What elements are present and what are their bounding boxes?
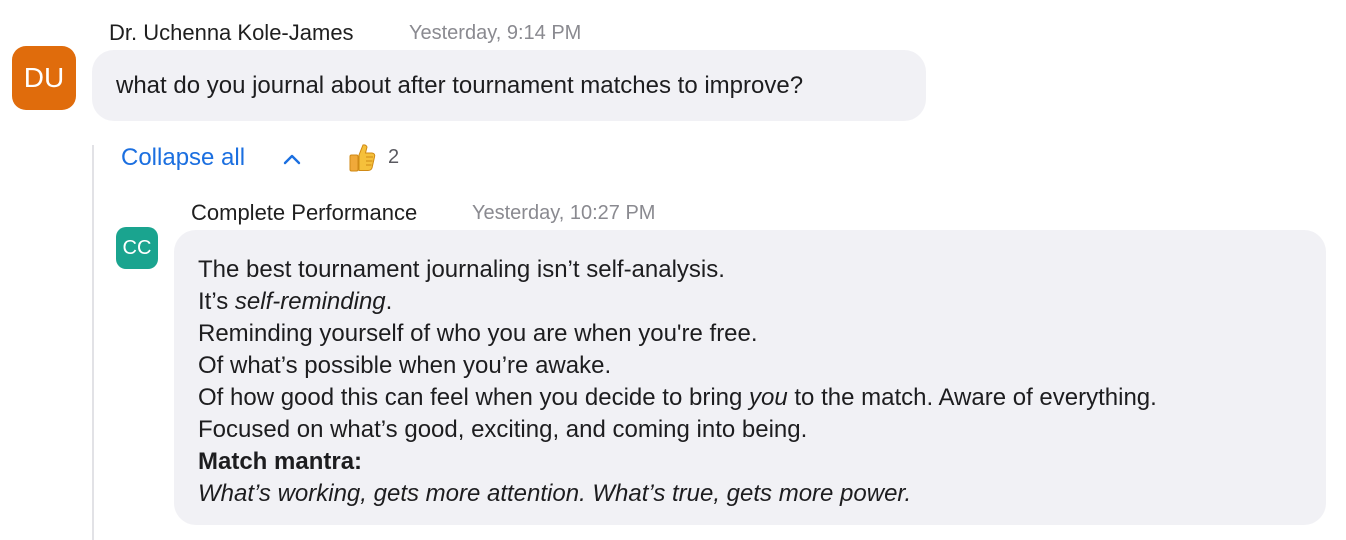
reply-line: Focused on what’s good, exciting, and co… xyxy=(198,416,808,443)
message-bubble: what do you journal about after tourname… xyxy=(92,50,926,121)
reply-line: The best tournament journaling isn’t sel… xyxy=(198,256,725,283)
collapse-all-link[interactable]: Collapse all xyxy=(121,144,245,172)
reply-text: The best tournament journaling isn’t sel… xyxy=(198,254,1157,510)
reaction-count: 2 xyxy=(388,145,400,168)
emphasis: you xyxy=(749,384,788,411)
reply-line: Reminding yourself of who you are when y… xyxy=(198,320,758,347)
reply-line: Of what’s possible when you’re awake. xyxy=(198,352,612,379)
reply-bubble: The best tournament journaling isn’t sel… xyxy=(174,230,1326,525)
message-avatar[interactable]: DU xyxy=(12,46,76,110)
thread-line xyxy=(92,145,94,540)
thumbs-up-icon xyxy=(349,144,376,172)
message-sender-name[interactable]: Dr. Uchenna Kole-James xyxy=(109,20,354,46)
reaction-thumbs-up[interactable]: 2 xyxy=(346,140,399,174)
reply-timestamp: Yesterday, 10:27 PM xyxy=(472,202,656,224)
reply-avatar[interactable]: CC xyxy=(116,227,158,269)
reply-line-mantra: What’s working, gets more attention. Wha… xyxy=(198,480,912,507)
message-timestamp: Yesterday, 9:14 PM xyxy=(409,22,582,44)
reply-sender-name[interactable]: Complete Performance xyxy=(191,200,417,226)
reply-line-heading: Match mantra: xyxy=(198,448,363,475)
reply-line: It’s self-reminding. xyxy=(198,288,393,315)
emphasis: self-reminding xyxy=(234,288,386,315)
message-text: what do you journal about after tourname… xyxy=(116,72,804,99)
chevron-up-icon[interactable] xyxy=(281,148,303,170)
reply-line: Of how good this can feel when you decid… xyxy=(198,384,1157,411)
